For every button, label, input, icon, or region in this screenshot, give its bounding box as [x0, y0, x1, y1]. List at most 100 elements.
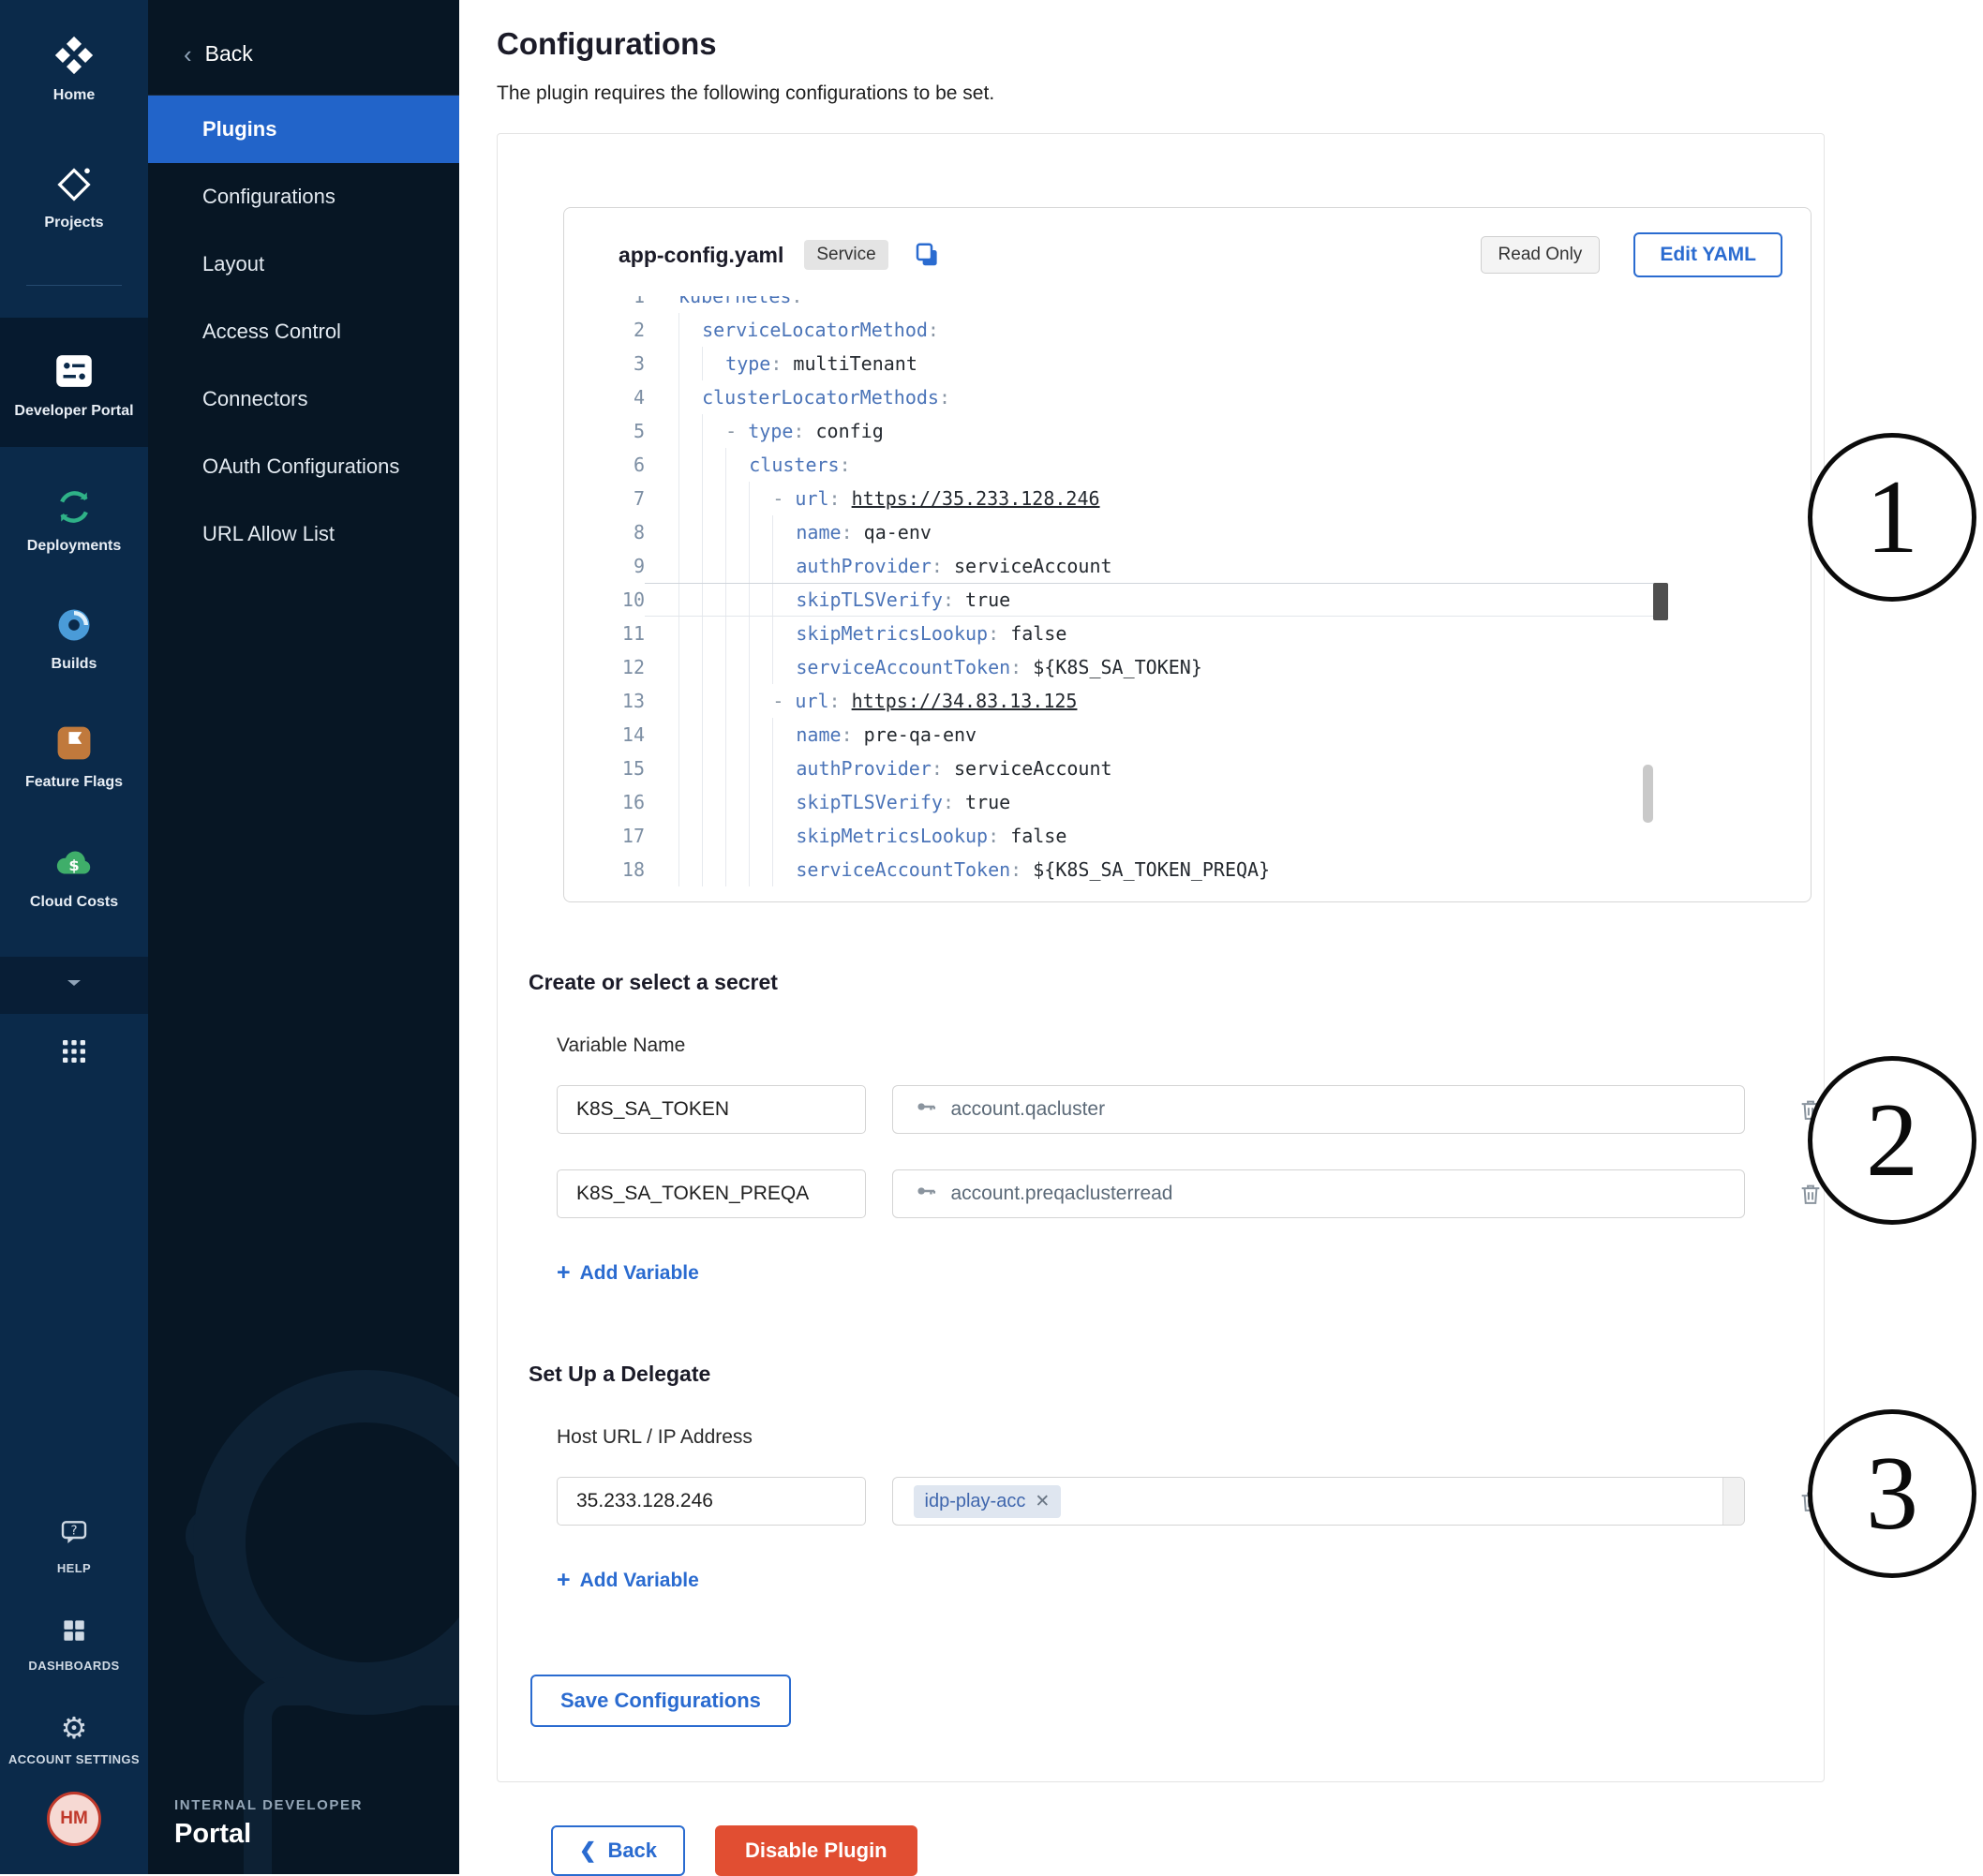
back-nav[interactable]: ‹ Back [148, 0, 459, 95]
yaml-line: 1kubernetes: [564, 296, 1811, 313]
scrollbar-thumb[interactable] [1653, 583, 1668, 620]
gear-icon: ⚙ [61, 1713, 88, 1743]
yaml-line: 8name: qa-env [564, 515, 1811, 549]
yaml-line: 12serviceAccountToken: ${K8S_SA_TOKEN} [564, 650, 1811, 684]
line-number: 13 [564, 684, 645, 718]
yaml-line: 2serviceLocatorMethod: [564, 313, 1811, 347]
service-badge: Service [804, 240, 887, 270]
nav-item-layout[interactable]: Layout [148, 231, 459, 298]
yaml-line: 17skipMetricsLookup: false [564, 819, 1811, 853]
sidebar-item-dashboards[interactable]: DASHBOARDS [0, 1616, 148, 1674]
sidebar-item-deployments[interactable]: Deployments [0, 486, 148, 556]
sidebar-item-label: Feature Flags [20, 773, 128, 792]
chevron-left-icon: ‹ [184, 42, 192, 67]
sidebar-item-feature-flags[interactable]: Feature Flags [0, 722, 148, 792]
line-number: 9 [564, 549, 645, 583]
nav-item-oauth-configurations[interactable]: OAuth Configurations [148, 433, 459, 500]
line-number: 16 [564, 785, 645, 819]
footer-eyebrow: INTERNAL DEVELOPER [174, 1797, 363, 1813]
disable-plugin-button[interactable]: Disable Plugin [715, 1825, 917, 1876]
page-actions: ❮ Back Disable Plugin [551, 1825, 1983, 1876]
plugin-nav-sidebar: ‹ Back Plugins Configurations Layout Acc… [148, 0, 459, 1874]
sidebar-item-home[interactable]: Home [0, 34, 148, 105]
save-configurations-button[interactable]: Save Configurations [530, 1675, 791, 1727]
sidebar-module-developer-portal: Developer Portal [0, 318, 148, 447]
secret-select-field[interactable]: account.qacluster [892, 1085, 1746, 1134]
sidebar-item-account-settings[interactable]: ⚙ ACCOUNT SETTINGS [0, 1713, 148, 1767]
user-avatar[interactable]: HM [47, 1792, 101, 1846]
variable-row: account.qacluster [557, 1085, 1824, 1134]
host-url-input[interactable] [557, 1477, 866, 1526]
svg-text:$: $ [68, 856, 79, 874]
yaml-line: 10skipTLSVerify: true [564, 583, 1811, 617]
sidebar-item-projects[interactable]: Projects [0, 165, 148, 232]
secret-value: account.preqaclusterread [951, 1183, 1173, 1205]
line-number: 10 [564, 583, 645, 617]
yaml-card-header: app-config.yaml Service Read Only Edit Y… [564, 208, 1811, 296]
yaml-line: 13- url: https://34.83.13.125 [564, 684, 1811, 718]
copy-icon[interactable] [913, 241, 941, 269]
nav-item-configurations[interactable]: Configurations [148, 163, 459, 231]
add-variable-label: Add Variable [580, 1570, 699, 1592]
host-url-label: Host URL / IP Address [557, 1426, 1824, 1449]
deployments-icon [53, 486, 95, 528]
line-number: 11 [564, 617, 645, 650]
module-grid-button[interactable] [0, 1036, 148, 1071]
yaml-line: 3type: multiTenant [564, 347, 1811, 380]
line-number: 5 [564, 414, 645, 448]
variable-name-input[interactable] [557, 1085, 866, 1134]
secret-section-heading: Create or select a secret [529, 970, 1824, 995]
chevron-down-icon [60, 972, 88, 999]
delegate-section-heading: Set Up a Delegate [529, 1362, 1824, 1387]
nav-item-plugins[interactable]: Plugins [148, 96, 459, 163]
sidebar-item-label: Developer Portal [8, 402, 139, 421]
line-number: 17 [564, 819, 645, 853]
remove-tag-icon[interactable]: ✕ [1035, 1491, 1050, 1512]
delegate-row: idp-play-acc ✕ [557, 1477, 1824, 1526]
back-label: Back [205, 41, 253, 67]
sidebar-item-label: HELP [52, 1561, 97, 1576]
sidebar-item-developer-portal[interactable]: Developer Portal [0, 350, 148, 421]
sidebar-item-label: Projects [38, 214, 109, 232]
feature-flags-icon [53, 722, 95, 764]
sidebar-item-label: Builds [46, 655, 103, 674]
secret-value: account.qacluster [951, 1098, 1106, 1121]
sidebar-expand-band[interactable] [0, 957, 148, 1014]
add-variable-button[interactable]: + Add Variable [557, 1261, 699, 1285]
line-number: 6 [564, 448, 645, 482]
add-variable-button[interactable]: + Add Variable [557, 1569, 699, 1592]
yaml-card: app-config.yaml Service Read Only Edit Y… [563, 207, 1812, 902]
nav-item-url-allow-list[interactable]: URL Allow List [148, 500, 459, 568]
line-number: 18 [564, 853, 645, 886]
variable-name-input[interactable] [557, 1169, 866, 1218]
delegate-tag-chip: idp-play-acc ✕ [914, 1485, 1062, 1518]
line-number: 8 [564, 515, 645, 549]
line-number: 15 [564, 752, 645, 785]
variable-name-label: Variable Name [557, 1035, 1824, 1057]
line-number: 2 [564, 313, 645, 347]
page-title: Configurations [497, 26, 1983, 62]
add-variable-label: Add Variable [580, 1262, 699, 1285]
sidebar-item-label: Cloud Costs [24, 893, 124, 912]
svg-text:?: ? [70, 1525, 77, 1539]
key-icon [914, 1094, 938, 1124]
back-button-label: Back [607, 1839, 657, 1863]
sidebar-item-cloud-costs[interactable]: $ Cloud Costs [0, 841, 148, 912]
sidebar-item-builds[interactable]: Builds [0, 604, 148, 674]
yaml-filename: app-config.yaml [619, 243, 783, 268]
back-button[interactable]: ❮ Back [551, 1825, 685, 1876]
sidebar-divider [26, 285, 121, 286]
edit-yaml-button[interactable]: Edit YAML [1633, 232, 1782, 277]
nav-item-connectors[interactable]: Connectors [148, 365, 459, 433]
line-number: 12 [564, 650, 645, 684]
yaml-line: 15authProvider: serviceAccount [564, 752, 1811, 785]
sidebar-item-help[interactable]: ? HELP [0, 1517, 148, 1576]
sidebar-item-label: ACCOUNT SETTINGS [3, 1752, 145, 1767]
scrollbar-thumb-secondary[interactable] [1643, 765, 1653, 823]
variable-row: account.preqaclusterread [557, 1169, 1824, 1218]
delegate-tags-field[interactable]: idp-play-acc ✕ [892, 1477, 1746, 1526]
nav-item-access-control[interactable]: Access Control [148, 298, 459, 365]
yaml-editor: 1kubernetes:2serviceLocatorMethod:3type:… [564, 296, 1811, 901]
read-only-badge: Read Only [1481, 236, 1601, 274]
secret-select-field[interactable]: account.preqaclusterread [892, 1169, 1746, 1218]
